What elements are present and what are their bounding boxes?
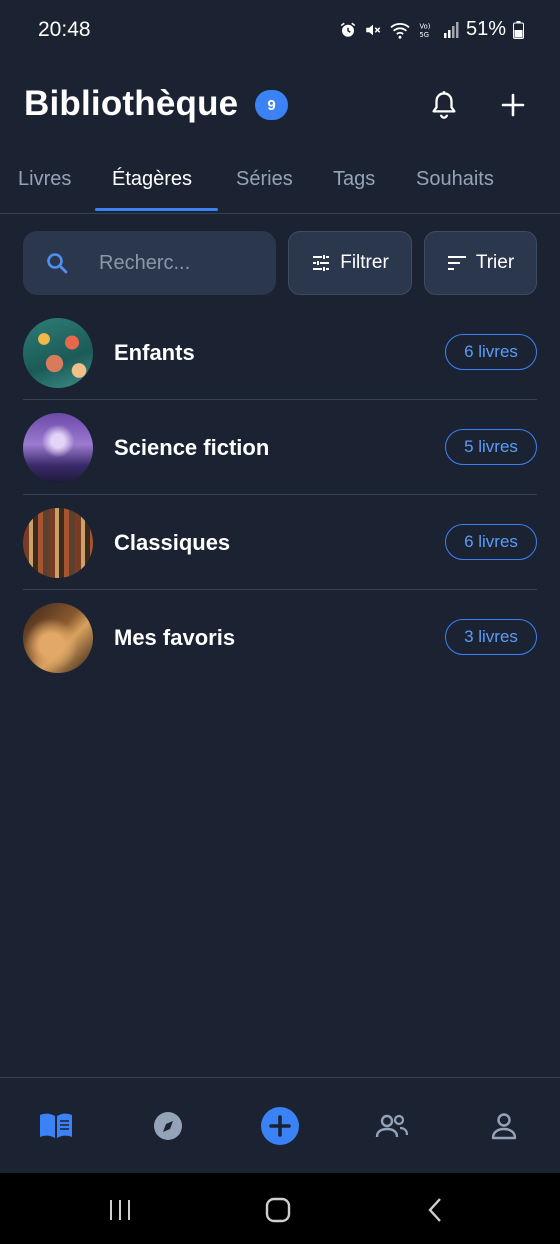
add-button[interactable] — [494, 86, 532, 124]
shelf-name: Enfants — [114, 340, 195, 365]
volte-icon: Vo) 5G — [418, 21, 436, 39]
alarm-icon — [339, 21, 357, 39]
sort-button[interactable]: Trier — [424, 231, 537, 295]
user-icon — [491, 1113, 517, 1140]
shelf-cover-image — [23, 508, 93, 578]
tab-tags[interactable]: Tags — [333, 168, 375, 191]
filter-button[interactable]: Filtrer — [288, 231, 412, 295]
tab-livres[interactable]: Livres — [18, 168, 71, 191]
active-tab-indicator — [95, 208, 218, 211]
nav-profile[interactable] — [482, 1104, 526, 1148]
status-bar: 20:48 Vo) 5G 51% — [0, 0, 560, 62]
recent-apps-button[interactable] — [105, 1195, 135, 1225]
battery-percent: 51% — [465, 18, 506, 40]
shelf-row-enfants[interactable]: Enfants 6 livres — [23, 305, 537, 400]
nav-friends[interactable] — [370, 1104, 414, 1148]
toolbar: Recherc... Filtrer Trier — [23, 231, 537, 295]
filter-label: Filtrer — [340, 252, 389, 273]
battery-icon — [513, 20, 524, 39]
tab-bar: Livres Étagères Séries Tags Souhaits — [0, 158, 560, 214]
book-count-badge: 6 livres — [445, 334, 537, 370]
sort-label: Trier — [475, 252, 515, 273]
mute-icon — [364, 21, 382, 39]
nav-add[interactable] — [258, 1104, 302, 1148]
shelf-list: Enfants 6 livres Science fiction 5 livre… — [23, 305, 537, 684]
plus-icon — [501, 93, 525, 117]
status-icons: Vo) 5G 51% — [339, 18, 524, 41]
system-nav-bar — [0, 1173, 560, 1244]
search-placeholder: Recherc... — [99, 252, 191, 274]
page-title: Bibliothèque — [24, 84, 239, 123]
shelf-count-badge: 9 — [255, 90, 288, 120]
shelf-cover-image — [23, 318, 93, 388]
tab-souhaits[interactable]: Souhaits — [416, 168, 494, 191]
tab-etageres[interactable]: Étagères — [112, 168, 192, 191]
book-count-badge: 5 livres — [445, 429, 537, 465]
shelf-row-mes-favoris[interactable]: Mes favoris 3 livres — [23, 590, 537, 684]
shelf-name: Classiques — [114, 530, 231, 555]
users-icon — [375, 1114, 409, 1138]
book-count-badge: 6 livres — [445, 524, 537, 560]
back-icon — [428, 1198, 441, 1222]
bell-icon — [432, 91, 456, 119]
nav-explore[interactable] — [146, 1104, 190, 1148]
shelf-row-science-fiction[interactable]: Science fiction 5 livres — [23, 400, 537, 495]
notifications-button[interactable] — [425, 86, 463, 124]
search-input[interactable]: Recherc... — [23, 231, 276, 295]
book-count-badge: 3 livres — [445, 619, 537, 655]
signal-icon — [443, 21, 459, 39]
shelf-row-classiques[interactable]: Classiques 6 livres — [23, 495, 537, 590]
sort-lines-icon — [447, 256, 466, 270]
svg-text:Vo): Vo) — [419, 22, 430, 30]
shelf-name: Mes favoris — [114, 625, 236, 650]
book-open-icon — [40, 1113, 72, 1138]
back-button[interactable] — [420, 1195, 450, 1225]
svg-text:5G: 5G — [419, 30, 429, 38]
home-icon — [265, 1197, 291, 1223]
bottom-navigation — [0, 1077, 560, 1174]
app-header: Bibliothèque 9 — [0, 84, 560, 128]
wifi-icon — [389, 21, 411, 39]
search-icon — [47, 253, 68, 274]
nav-library[interactable] — [34, 1104, 78, 1148]
shelf-name: Science fiction — [114, 435, 270, 460]
status-time: 20:48 — [38, 18, 91, 41]
tab-series[interactable]: Séries — [236, 168, 293, 191]
sliders-icon — [313, 255, 330, 271]
shelf-cover-image — [23, 413, 93, 483]
recent-apps-icon — [110, 1200, 130, 1220]
plus-circle-icon — [261, 1107, 299, 1145]
compass-icon — [154, 1112, 182, 1140]
shelf-cover-image — [23, 603, 93, 673]
home-button[interactable] — [263, 1195, 293, 1225]
